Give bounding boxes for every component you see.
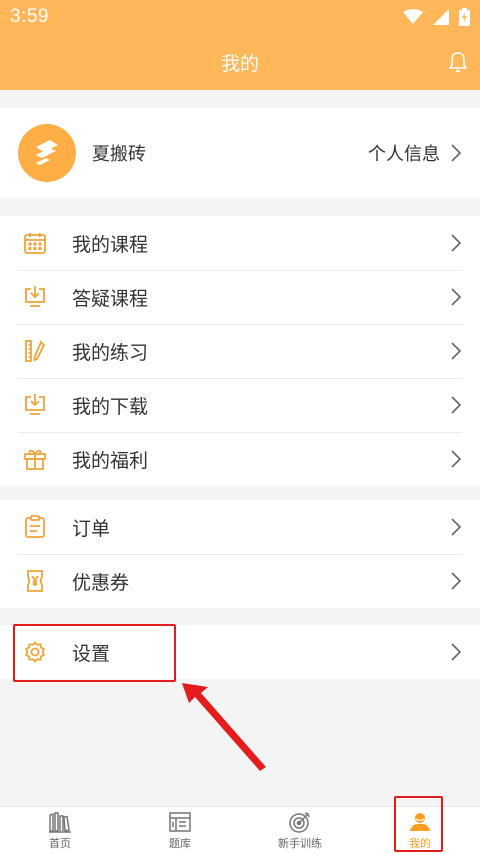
- chevron-right-icon: [451, 288, 462, 306]
- wifi-icon: [403, 9, 423, 24]
- status-bar: 3:59: [0, 0, 480, 34]
- menu-item-coupons[interactable]: 优惠券: [0, 554, 480, 608]
- chevron-right-icon: [451, 518, 462, 536]
- tab-mine-highlight-box: [394, 796, 443, 852]
- menu-item-label: 订单: [72, 517, 111, 540]
- profile-card[interactable]: 夏搬砖 个人信息: [0, 108, 480, 198]
- tab-label: 新手训练: [278, 837, 322, 850]
- tab-question-bank[interactable]: 题库: [120, 807, 240, 854]
- signal-icon: [433, 9, 449, 25]
- tab-label: 题库: [169, 837, 191, 850]
- clipboard-icon: [18, 510, 52, 544]
- menu-item-label: 优惠券: [72, 571, 130, 594]
- tab-home[interactable]: 首页: [0, 807, 120, 854]
- menu-group-learning: 我的课程 答疑课程 我的练习 我的下载 我的福利: [0, 216, 480, 486]
- battery-icon: [459, 8, 470, 26]
- page-title: 我的: [220, 52, 259, 75]
- download-monitor-icon: [18, 280, 52, 314]
- home-books-icon: [49, 812, 71, 833]
- calendar-icon: [18, 226, 52, 260]
- chevron-right-icon: [451, 396, 462, 414]
- menu-item-orders[interactable]: 订单: [0, 500, 480, 554]
- menu-item-label: 我的下载: [72, 395, 149, 418]
- menu-item-label: 我的练习: [72, 341, 149, 364]
- username: 夏搬砖: [92, 144, 146, 165]
- download-monitor-icon: [18, 388, 52, 422]
- app-header: 我的: [0, 34, 480, 90]
- chevron-right-icon: [451, 450, 462, 468]
- annotation-arrow: [182, 683, 266, 771]
- chevron-right-icon: [451, 342, 462, 360]
- menu-group-orders: 订单 优惠券: [0, 500, 480, 608]
- settings-highlight-box: [13, 624, 176, 682]
- chevron-right-icon: [451, 572, 462, 590]
- personal-info-link[interactable]: 个人信息: [368, 140, 440, 166]
- ruler-pencil-icon: [18, 334, 52, 368]
- menu-item-my-benefits[interactable]: 我的福利: [0, 432, 480, 486]
- menu-item-my-courses[interactable]: 我的课程: [0, 216, 480, 270]
- menu-item-qa-courses[interactable]: 答疑课程: [0, 270, 480, 324]
- gift-icon: [18, 442, 52, 476]
- menu-item-label: 我的课程: [72, 233, 149, 256]
- coupon-icon: [18, 564, 52, 598]
- chevron-right-icon: [451, 643, 462, 661]
- menu-item-my-downloads[interactable]: 我的下载: [0, 378, 480, 432]
- status-time: 3:59: [10, 6, 49, 27]
- question-bank-icon: [169, 812, 191, 832]
- logo-icon: [36, 140, 58, 165]
- avatar: [18, 124, 76, 182]
- menu-item-my-practice[interactable]: 我的练习: [0, 324, 480, 378]
- chevron-right-icon: [451, 234, 462, 252]
- menu-item-label: 答疑课程: [72, 287, 149, 310]
- target-icon: [289, 812, 310, 833]
- bell-icon[interactable]: [446, 50, 470, 74]
- tab-beginner-training[interactable]: 新手训练: [240, 807, 360, 854]
- chevron-right-icon: [451, 144, 462, 162]
- menu-item-label: 我的福利: [72, 449, 149, 472]
- tab-label: 首页: [49, 837, 71, 850]
